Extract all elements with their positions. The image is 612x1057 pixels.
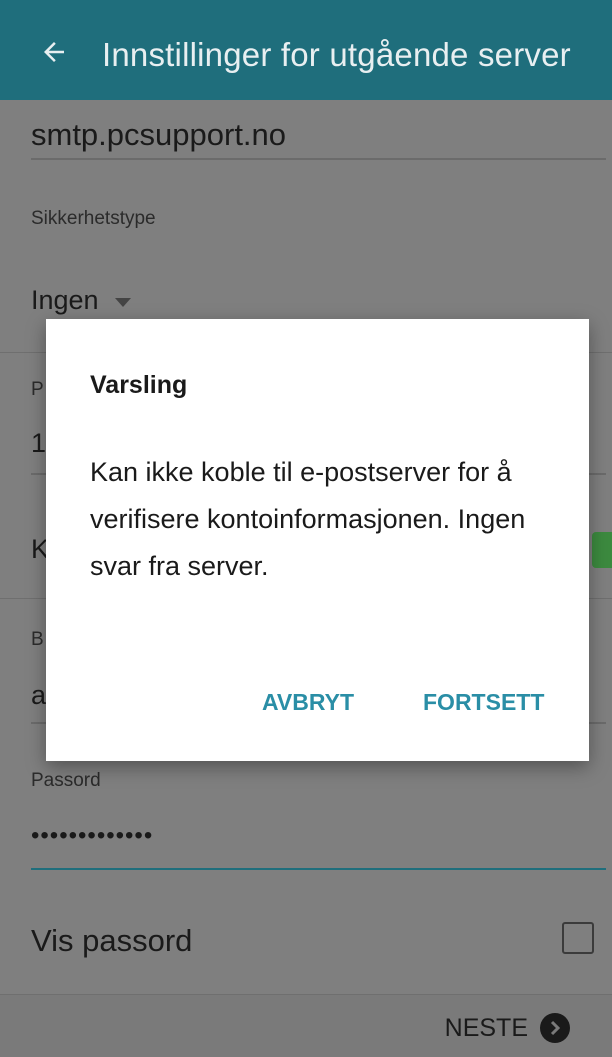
username-label: B — [31, 629, 44, 650]
dialog-message: Kan ikke koble til e-postserver for å ve… — [90, 457, 526, 581]
security-type-value: Ingen — [31, 285, 99, 315]
next-button[interactable]: NESTE — [445, 1013, 570, 1043]
dropdown-arrow-icon — [114, 298, 131, 307]
port-field[interactable]: 1 — [31, 428, 46, 459]
password-label: Passord — [31, 770, 101, 791]
page-title: Innstillinger for utgående server — [102, 36, 571, 73]
alert-dialog: Varsling Kan ikke koble til e-postserver… — [46, 319, 589, 761]
security-type-select[interactable]: Ingen — [31, 285, 131, 316]
next-button-label: NESTE — [444, 1013, 528, 1042]
dialog-title: Varsling — [90, 371, 188, 399]
password-field-underline — [31, 868, 606, 870]
cancel-button[interactable]: AVBRYT — [262, 689, 354, 716]
security-type-label: Sikkerhetstype — [31, 208, 156, 229]
server-field[interactable]: smtp.pcsupport.no — [31, 117, 286, 153]
app-bar: Innstillinger for utgående server — [0, 0, 612, 100]
show-password-checkbox[interactable] — [562, 922, 594, 954]
chevron-right-icon — [540, 1013, 570, 1043]
continue-button[interactable]: FORTSETT — [423, 689, 544, 716]
show-password-label: Vis passord — [31, 923, 193, 958]
server-field-underline — [31, 158, 606, 160]
back-arrow-icon[interactable] — [36, 34, 72, 70]
bottom-bar: NESTE — [0, 995, 612, 1057]
username-field[interactable]: a — [31, 680, 46, 711]
password-field[interactable]: ••••••••••••• — [31, 822, 153, 850]
auth-toggle[interactable] — [592, 532, 612, 568]
port-label: P — [31, 379, 44, 400]
